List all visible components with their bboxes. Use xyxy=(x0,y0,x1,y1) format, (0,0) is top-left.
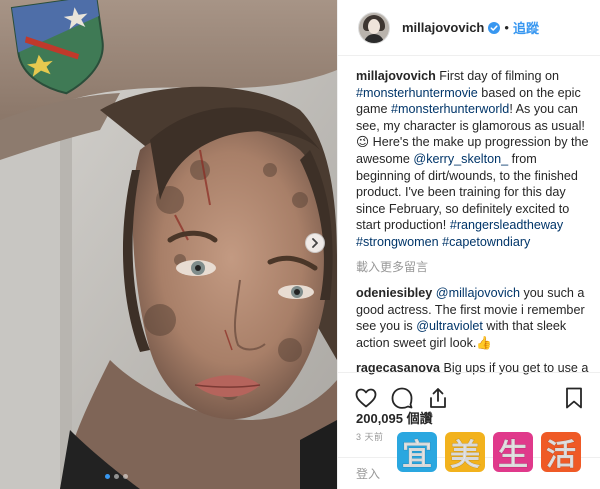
post-timestamp: 3 天前 xyxy=(356,432,384,442)
watermark-char: 生 xyxy=(493,432,533,474)
post-photo xyxy=(0,0,337,489)
carousel-dot xyxy=(123,474,128,479)
post-header: millajovovich • 追蹤 xyxy=(338,0,600,56)
mention-link[interactable]: @kerry_skelton_ xyxy=(413,152,508,166)
hashtag-link[interactable]: #monsterhuntermovie xyxy=(356,86,478,100)
mention-link[interactable]: @millajovovich xyxy=(436,286,520,300)
hashtag-link[interactable]: #rangersleadtheway xyxy=(450,218,563,232)
carousel-dot xyxy=(114,474,119,479)
photo-illustration xyxy=(0,0,337,489)
comment-text: First day of filming on xyxy=(435,69,559,83)
carousel-dots xyxy=(105,474,128,479)
carousel-dot xyxy=(105,474,110,479)
comments-list: millajovovich First day of filming on #m… xyxy=(356,68,594,378)
header-username[interactable]: millajovovich xyxy=(402,20,484,35)
post-side-panel: millajovovich • 追蹤 millajovovich First d… xyxy=(337,0,600,489)
comment-icon[interactable] xyxy=(390,386,414,410)
heart-icon[interactable] xyxy=(354,386,378,410)
hashtag-link[interactable]: #monsterhunterworld xyxy=(391,102,509,116)
watermark-char: 宜 xyxy=(397,432,437,474)
avatar[interactable] xyxy=(358,11,390,44)
mention-link[interactable]: @ultraviolet xyxy=(416,319,483,333)
hashtag-link[interactable]: #capetowndiary xyxy=(442,235,530,249)
follow-separator: • xyxy=(504,20,509,35)
watermark-char: 活 xyxy=(541,432,581,474)
action-bar xyxy=(338,372,600,412)
watermark-char: 美 xyxy=(445,432,485,474)
likes-count[interactable]: 200,095 個讚 xyxy=(356,408,433,427)
caption: millajovovich First day of filming on #m… xyxy=(356,68,594,251)
login-link[interactable]: 登入 xyxy=(356,465,380,482)
share-icon[interactable] xyxy=(426,386,450,410)
bookmark-icon[interactable] xyxy=(562,386,586,410)
load-more-comments-button[interactable]: 載入更多留言 xyxy=(356,259,594,276)
chevron-right-icon xyxy=(312,238,318,248)
follow-button[interactable]: 追蹤 xyxy=(513,18,539,37)
comment-username[interactable]: millajovovich xyxy=(356,69,436,83)
comment: odeniesibley @millajovovich you such a g… xyxy=(356,285,594,351)
carousel-next-button[interactable] xyxy=(305,233,325,253)
verified-badge-icon xyxy=(488,21,501,34)
comment-username[interactable]: odeniesibley xyxy=(356,286,432,300)
hashtag-link[interactable]: #strongwomen xyxy=(356,235,439,249)
watermark-logo: 宜 美 生 活 xyxy=(393,426,585,476)
